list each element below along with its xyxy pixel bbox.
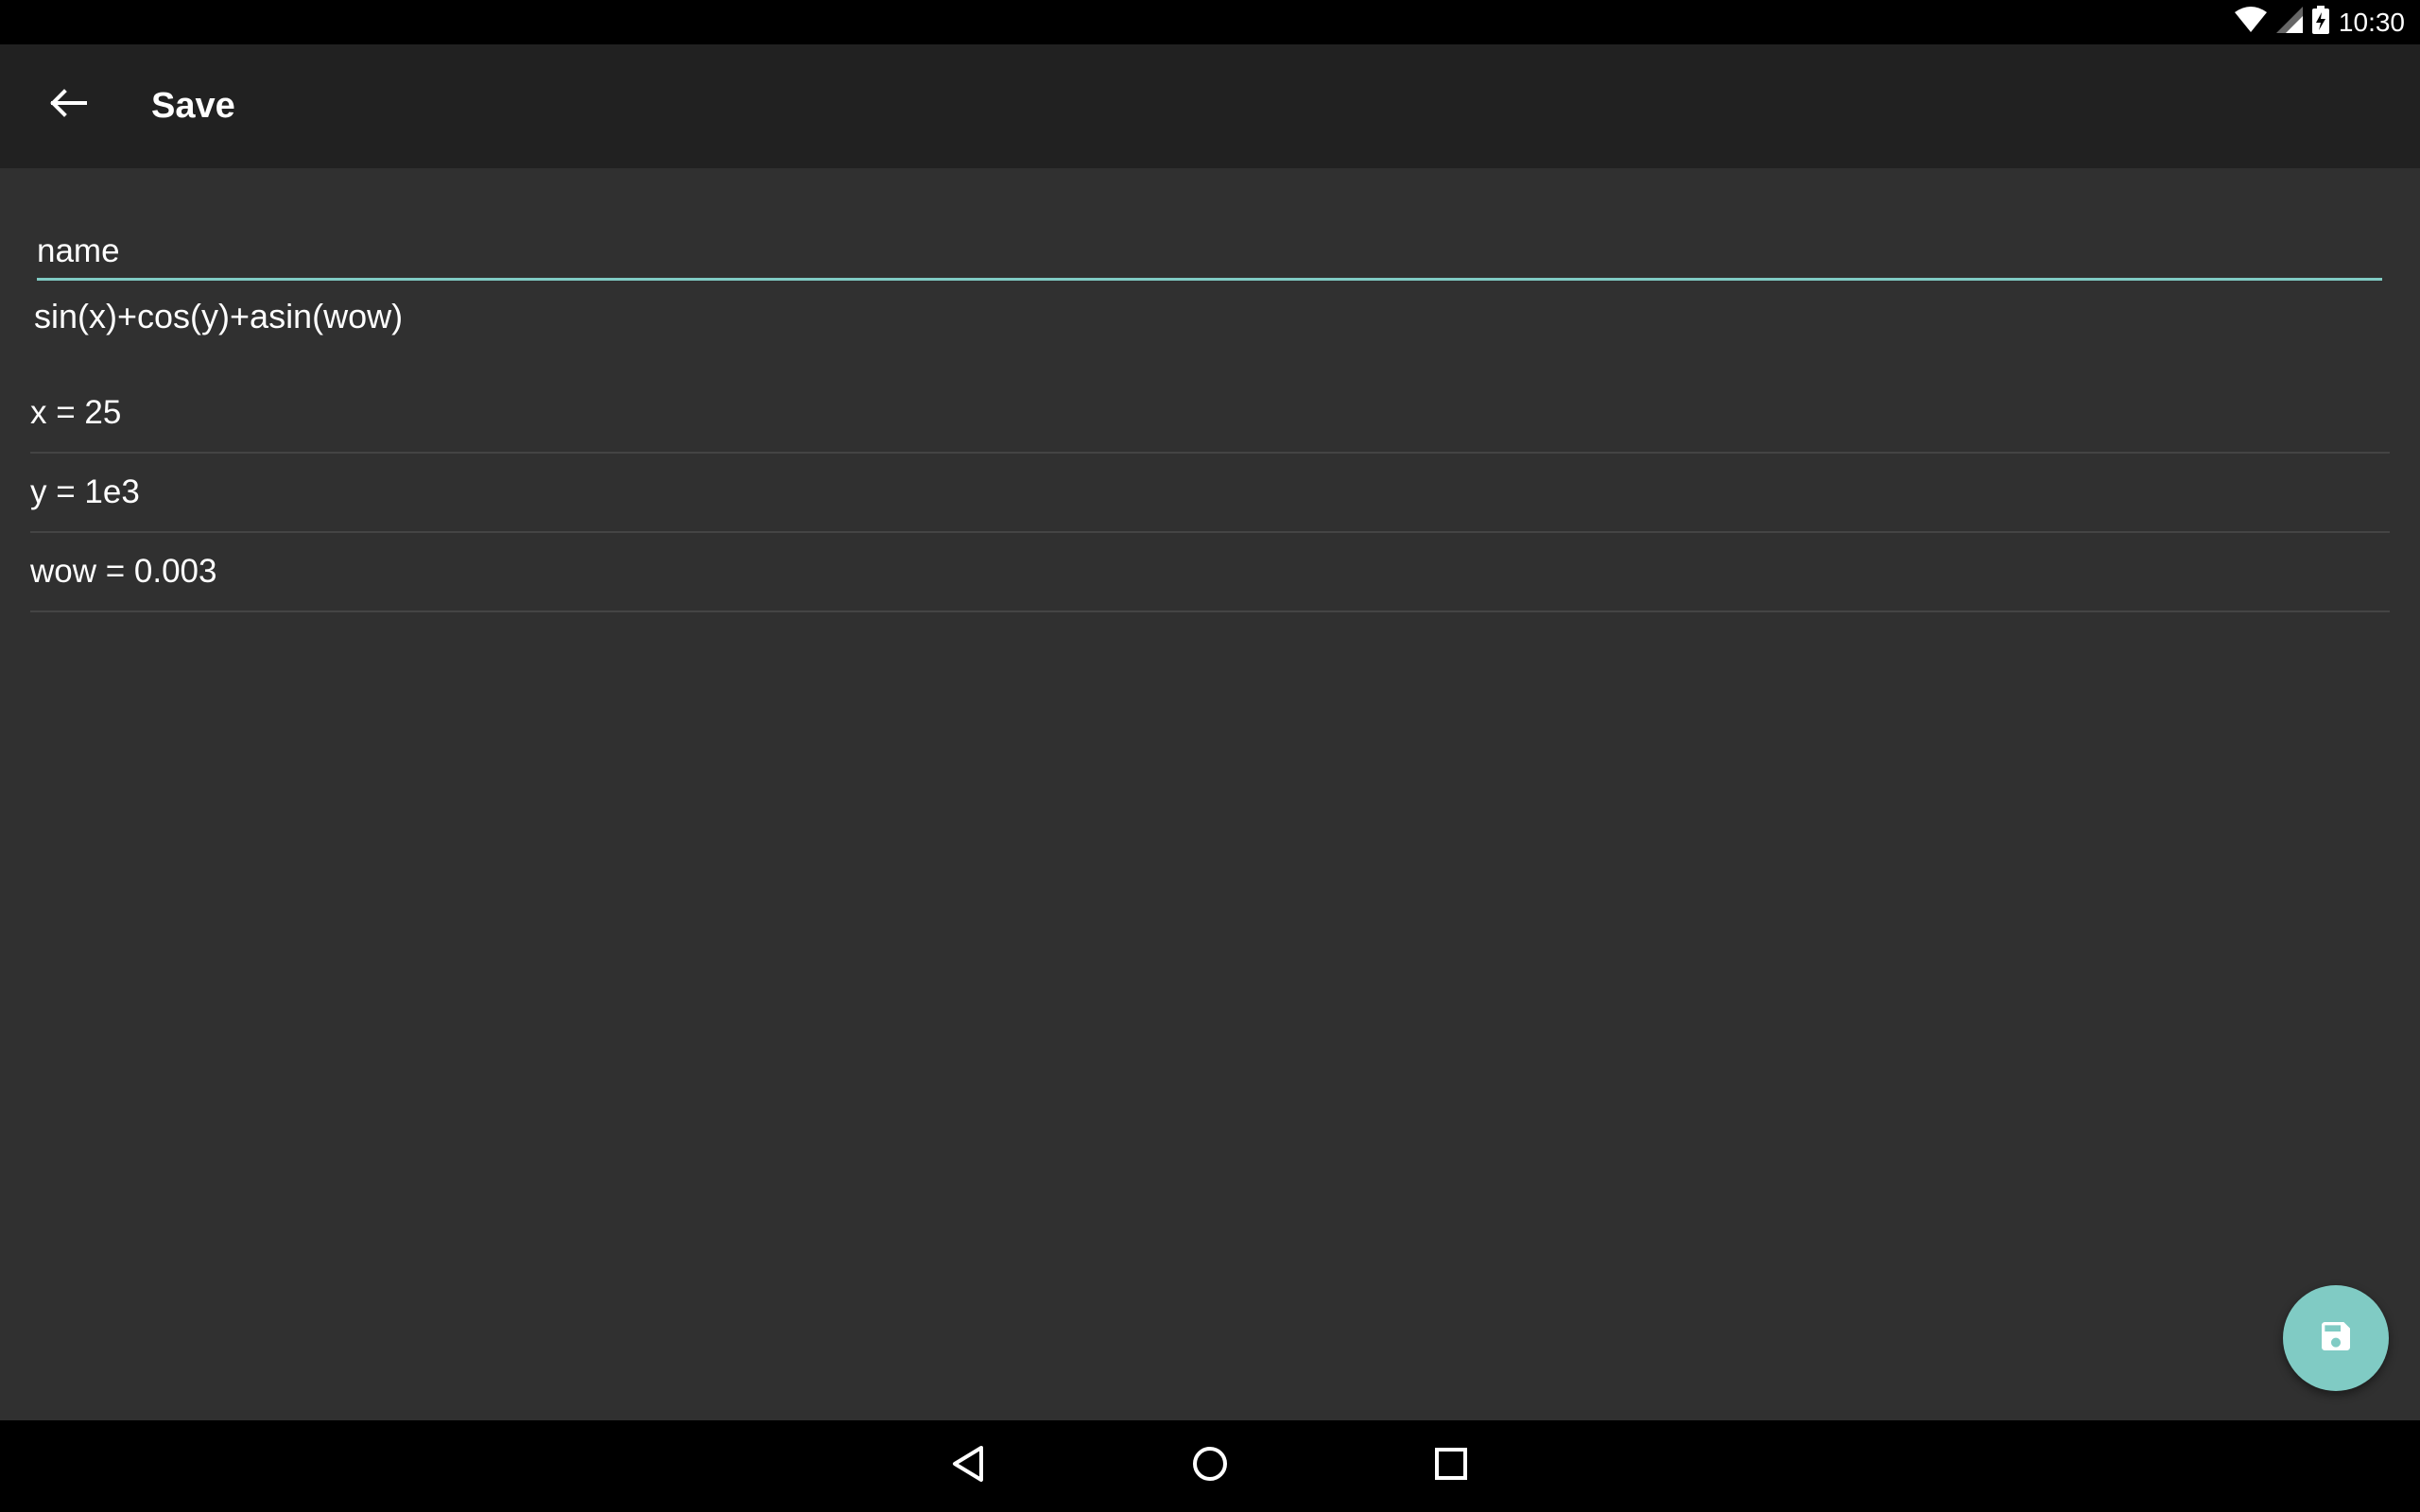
nav-recents-button[interactable]	[1423, 1437, 1479, 1494]
back-button[interactable]	[34, 71, 102, 139]
battery-charging-icon	[2311, 6, 2329, 39]
variable-row[interactable]: x = 25	[30, 374, 2390, 454]
variable-text: x = 25	[30, 394, 122, 431]
variable-text: y = 1e3	[30, 473, 140, 510]
nav-back-button[interactable]	[940, 1437, 996, 1494]
home-circle-icon	[1191, 1445, 1229, 1487]
signal-icon	[2275, 7, 2303, 38]
page-title: Save	[151, 86, 235, 126]
status-icons: 10:30	[2234, 0, 2405, 44]
status-time: 10:30	[2338, 7, 2405, 37]
variable-text: wow = 0.003	[30, 553, 217, 590]
variable-row[interactable]: wow = 0.003	[30, 533, 2390, 612]
back-triangle-icon	[951, 1445, 985, 1487]
app-bar: Save	[0, 44, 2420, 168]
status-bar: 10:30	[0, 0, 2420, 44]
arrow-left-icon	[49, 88, 87, 123]
name-input[interactable]	[37, 225, 2382, 281]
variable-list: x = 25 y = 1e3 wow = 0.003	[30, 374, 2390, 612]
main-content: sin(x)+cos(y)+asin(wow) x = 25 y = 1e3 w…	[0, 168, 2420, 1420]
wifi-icon	[2234, 7, 2267, 38]
expression-text: sin(x)+cos(y)+asin(wow)	[34, 297, 404, 335]
save-floppy-icon	[2317, 1317, 2355, 1360]
save-fab-button[interactable]	[2283, 1285, 2389, 1391]
navigation-bar	[0, 1420, 2420, 1512]
recents-square-icon	[1434, 1447, 1468, 1486]
nav-home-button[interactable]	[1182, 1437, 1238, 1494]
variable-row[interactable]: y = 1e3	[30, 454, 2390, 533]
